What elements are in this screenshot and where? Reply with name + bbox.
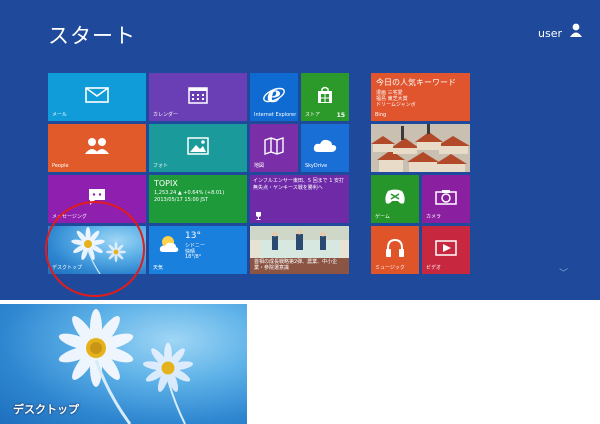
start-title: スタート bbox=[48, 24, 136, 48]
map-icon bbox=[264, 136, 284, 155]
weather-temperature: 13° bbox=[185, 231, 201, 241]
tile-people[interactable]: People bbox=[48, 124, 146, 172]
tile-store[interactable]: ストア 15 bbox=[301, 73, 349, 121]
user-avatar-icon[interactable] bbox=[568, 22, 584, 38]
game-controller-icon bbox=[385, 189, 405, 204]
weather-range: 18°/8° bbox=[185, 254, 202, 260]
camera-icon bbox=[435, 189, 457, 205]
tile-news[interactable]: 首相の成長戦略第2弾、農業、中小企業・参院選意識 bbox=[250, 226, 349, 274]
headphones-icon bbox=[386, 238, 404, 257]
tile-video[interactable]: ビデオ bbox=[422, 226, 470, 274]
store-update-badge: 15 bbox=[336, 112, 345, 119]
tile-bing[interactable]: 今日の人気キーワード 漫画 三宅愛 福島 東芝大賞 ドリームジャンボ Bing bbox=[371, 73, 470, 121]
tile-weather-label: 天気 bbox=[153, 265, 164, 271]
store-bag-icon bbox=[318, 86, 332, 103]
bing-heading: 今日の人気キーワード bbox=[376, 78, 456, 87]
tile-games[interactable]: ゲーム bbox=[371, 175, 419, 223]
start-screen: スタート user メール カレンダー e Internet Explorer … bbox=[0, 0, 600, 300]
tile-weather[interactable]: 13° シドニー 快晴 18°/8° 天気 bbox=[149, 226, 247, 274]
tile-travel[interactable] bbox=[371, 124, 470, 172]
tile-mail-label: メール bbox=[52, 112, 68, 118]
tile-video-label: ビデオ bbox=[426, 265, 442, 271]
tile-bing-label: Bing bbox=[375, 112, 387, 118]
video-play-icon bbox=[435, 239, 457, 256]
tile-music[interactable]: ミュージック bbox=[371, 226, 419, 274]
tile-photos-label: フォト bbox=[153, 163, 169, 169]
trophy-icon bbox=[256, 212, 261, 220]
news-headline: 首相の成長戦略第2弾、農業、中小企業・参院選意識 bbox=[254, 259, 338, 271]
travel-city-photo bbox=[371, 124, 470, 172]
tile-camera-label: カメラ bbox=[426, 214, 442, 220]
finance-quote: 1,253.24 ▲ +0.64% (+8.01) bbox=[154, 190, 225, 196]
photos-icon bbox=[187, 136, 209, 155]
tile-photos[interactable]: フォト bbox=[149, 124, 247, 172]
svg-text:e: e bbox=[267, 84, 281, 106]
tile-music-label: ミュージック bbox=[375, 265, 405, 271]
tile-skydrive[interactable]: SkyDrive bbox=[301, 124, 349, 172]
tile-skydrive-label: SkyDrive bbox=[305, 163, 328, 169]
tile-calendar-label: カレンダー bbox=[153, 112, 179, 118]
tile-ie-label: Internet Explorer bbox=[254, 112, 297, 118]
desktop-tile-zoomed: デスクトップ bbox=[0, 304, 247, 424]
tile-sports[interactable]: インフルエンサー東田、5 回まで 1 安打無失点・ヤンキース戦を勝利へ bbox=[250, 175, 349, 223]
tile-internet-explorer[interactable]: e Internet Explorer bbox=[250, 73, 298, 121]
tile-calendar[interactable]: カレンダー bbox=[149, 73, 247, 121]
tile-maps-label: 地図 bbox=[254, 163, 265, 169]
people-icon bbox=[85, 137, 109, 154]
mail-icon bbox=[85, 86, 109, 103]
tile-finance[interactable]: TOPIX 1,253.24 ▲ +0.64% (+8.01) 2013/05/… bbox=[149, 175, 247, 223]
finance-heading: TOPIX bbox=[154, 179, 178, 188]
highlight-circle bbox=[45, 201, 145, 297]
internet-explorer-icon: e bbox=[263, 84, 285, 106]
tile-people-label: People bbox=[52, 163, 69, 169]
scroll-chevron-down-icon[interactable]: ﹀ bbox=[559, 266, 568, 279]
sports-headline: インフルエンサー東田、5 回まで 1 安打無失点・ヤンキース戦を勝利へ bbox=[253, 178, 344, 191]
tile-camera[interactable]: カメラ bbox=[422, 175, 470, 223]
sun-cloud-icon bbox=[159, 236, 179, 252]
tile-store-label: ストア bbox=[305, 112, 321, 118]
desktop-tile-zoomed-label: デスクトップ bbox=[13, 403, 79, 416]
finance-timestamp: 2013/05/17 15:00 JST bbox=[154, 197, 209, 203]
tile-maps[interactable]: 地図 bbox=[250, 124, 298, 172]
user-name[interactable]: user bbox=[538, 27, 562, 40]
bing-keyword-3: ドリームジャンボ bbox=[376, 102, 416, 108]
tile-games-label: ゲーム bbox=[375, 214, 390, 220]
cloud-icon bbox=[313, 139, 337, 152]
tile-mail[interactable]: メール bbox=[48, 73, 146, 121]
calendar-icon bbox=[188, 86, 208, 104]
